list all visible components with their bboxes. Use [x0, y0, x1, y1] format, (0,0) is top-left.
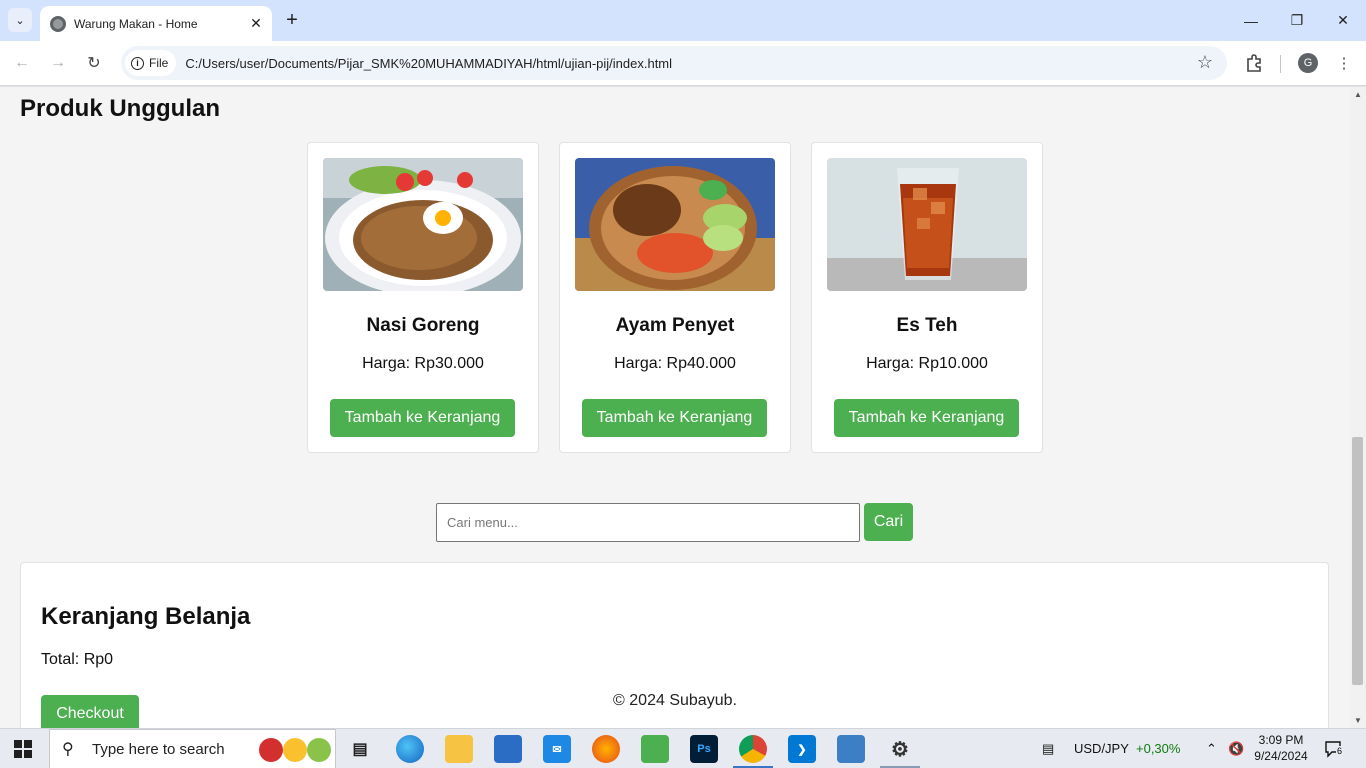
restore-icon[interactable]: ❐	[1274, 0, 1320, 41]
firefox-icon[interactable]	[592, 735, 620, 763]
back-arrow-icon[interactable]: ←	[10, 51, 34, 75]
vscode-icon[interactable]: ❯	[788, 735, 816, 763]
file-explorer-icon[interactable]	[445, 735, 473, 763]
system-clock[interactable]: 3:09 PM 9/24/2024	[1254, 732, 1308, 764]
tab-search-dropdown-icon[interactable]: ⌄	[8, 8, 32, 32]
close-tab-icon[interactable]: ✕	[248, 15, 264, 32]
search-input[interactable]	[436, 503, 860, 542]
browser-toolbar: ← → ↻ i File C:/Users/user/Documents/Pij…	[0, 41, 1366, 86]
site-info-chip[interactable]: i File	[125, 50, 177, 76]
toolbar-divider	[1280, 55, 1281, 73]
currency-label[interactable]: USD/JPY	[1074, 741, 1129, 756]
product-card-es-teh: Es Teh Harga: Rp10.000 Tambah ke Keranja…	[811, 142, 1043, 453]
taskbar-search-placeholder: Type here to search	[92, 740, 225, 758]
section-title: Produk Unggulan	[20, 95, 220, 122]
fried-rice-image	[323, 158, 523, 291]
settings-gear-icon[interactable]: ⚙	[886, 735, 914, 763]
cart-title: Keranjang Belanja	[41, 603, 251, 630]
search-button[interactable]: Cari	[864, 503, 913, 541]
profile-initial: G	[1298, 53, 1318, 73]
scroll-up-arrow-icon[interactable]: ▲	[1354, 90, 1362, 99]
kebab-menu-icon[interactable]: ⋮	[1332, 51, 1356, 75]
cart-total: Total: Rp0	[41, 651, 114, 668]
fried-chicken-image	[575, 158, 775, 291]
tray-chevron-up-icon[interactable]: ⌃	[1206, 741, 1217, 757]
search-icon: ⚲	[62, 741, 74, 758]
product-price: Harga: Rp30.000	[362, 355, 484, 372]
scrollbar-thumb[interactable]	[1352, 437, 1363, 685]
currency-change[interactable]: +0,30%	[1136, 741, 1180, 756]
add-to-cart-button[interactable]: Tambah ke Keranjang	[582, 399, 767, 437]
info-icon: i	[131, 56, 144, 70]
product-name: Es Teh	[896, 315, 958, 336]
scroll-down-arrow-icon[interactable]: ▼	[1354, 716, 1362, 725]
add-to-cart-button[interactable]: Tambah ke Keranjang	[834, 399, 1019, 437]
profile-avatar[interactable]: G	[1296, 51, 1320, 75]
chrome-icon[interactable]	[739, 735, 767, 763]
forward-arrow-icon[interactable]: →	[46, 51, 70, 75]
stocks-widget-icon[interactable]: ▤	[1042, 741, 1054, 757]
fruits-decoration-icon	[259, 736, 333, 764]
window-close-icon[interactable]: ✕	[1320, 0, 1366, 41]
page-viewport: Produk Unggulan Nasi Goreng Harga: Rp30.…	[0, 87, 1350, 728]
footer-copyright: © 2024 Subayub.	[613, 692, 737, 709]
browser-tab-active[interactable]: Warung Makan - Home ✕	[40, 6, 272, 41]
file-chip-label: File	[149, 56, 169, 70]
add-to-cart-button[interactable]: Tambah ke Keranjang	[330, 399, 515, 437]
speaker-muted-icon[interactable]: 🔇	[1228, 741, 1244, 757]
url-text[interactable]: C:/Users/user/Documents/Pijar_SMK%20MUHA…	[185, 56, 672, 71]
product-card-ayam-penyet: Ayam Penyet Harga: Rp40.000 Tambah ke Ke…	[559, 142, 791, 453]
minimize-icon[interactable]: —	[1228, 0, 1274, 41]
clock-time: 3:09 PM	[1258, 733, 1304, 747]
bookmark-star-icon[interactable]: ☆	[1197, 52, 1213, 73]
address-bar[interactable]: i File C:/Users/user/Documents/Pijar_SMK…	[121, 46, 1227, 80]
microsoft-store-icon[interactable]	[494, 735, 522, 763]
edge-browser-icon[interactable]	[396, 735, 424, 763]
new-tab-plus-icon[interactable]: +	[282, 9, 302, 31]
windows-start-icon[interactable]	[14, 740, 32, 758]
product-name: Nasi Goreng	[366, 315, 480, 336]
notification-count: 6	[1336, 746, 1344, 756]
notification-center-icon[interactable]: 6	[1324, 740, 1344, 758]
photoshop-icon[interactable]: Ps	[690, 735, 718, 763]
reload-icon[interactable]: ↻	[82, 51, 106, 75]
extensions-puzzle-icon[interactable]	[1242, 51, 1266, 75]
page-scrollbar[interactable]: ▲ ▼	[1350, 87, 1366, 728]
windows-taskbar: ⚲ Type here to search ▤ ✉ Ps ❯ ⚙ ▤ USD/J…	[0, 728, 1366, 768]
taskbar-search-box[interactable]: ⚲ Type here to search	[49, 729, 336, 768]
photos-icon[interactable]	[837, 735, 865, 763]
product-price: Harga: Rp40.000	[614, 355, 736, 372]
browser-tabstrip: ⌄ Warung Makan - Home ✕ + — ❐ ✕	[0, 0, 1366, 41]
product-card-nasi-goreng: Nasi Goreng Harga: Rp30.000 Tambah ke Ke…	[307, 142, 539, 453]
iced-tea-image	[827, 158, 1027, 291]
tab-title: Warung Makan - Home	[74, 16, 198, 31]
mail-icon[interactable]: ✉	[543, 735, 571, 763]
clock-date: 9/24/2024	[1254, 749, 1308, 763]
green-app-icon[interactable]	[641, 735, 669, 763]
product-name: Ayam Penyet	[615, 315, 735, 336]
task-view-icon[interactable]: ▤	[346, 735, 374, 763]
globe-icon	[50, 15, 66, 32]
product-price: Harga: Rp10.000	[866, 355, 988, 372]
